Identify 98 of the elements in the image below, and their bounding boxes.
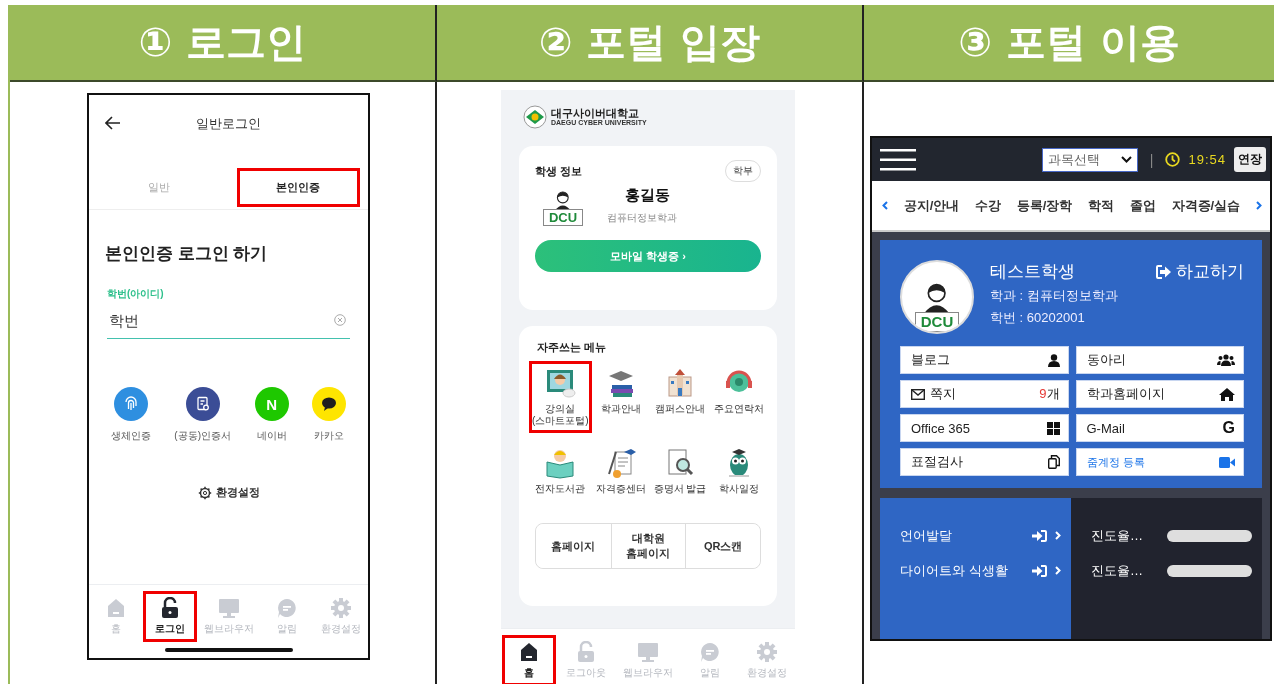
course-link[interactable]: 다이어트와 식생활 [880,553,1071,588]
section-heading: 본인인증 로그인 하기 [105,243,269,265]
certificate-icon [194,396,211,412]
department: 학과 : 컴퓨터정보학과 [990,287,1119,305]
category-tab[interactable]: 자격증/실습 [1171,196,1241,215]
avatar: DCU [900,260,974,334]
method-label: (공동)인증서 [174,429,232,443]
mail-icon [911,388,925,400]
monitor-icon [637,641,659,663]
student-name: 홍길동 [624,186,671,205]
shortcut-link[interactable]: 줌계정 등록 [1075,448,1244,476]
progress-label: 진도율… [1091,561,1143,580]
person-icon [1047,353,1060,367]
shortcut-link[interactable]: 학과홈페이지 [1075,380,1244,408]
lock-icon [159,597,181,619]
quick-link-button[interactable]: QR스캔 [685,524,760,568]
column-heading: ② 포털 입장 [538,18,761,67]
method-label: 카카오 [314,429,345,443]
link-label: 학과홈페이지 [1086,385,1165,403]
home-icon [105,597,127,619]
student-id-field[interactable]: 학번 [107,303,350,339]
home-icon [1219,387,1235,401]
column-heading: ③ 포털 이용 [958,18,1180,67]
enter-icon [1032,529,1047,542]
grid-icon [1046,421,1060,435]
chat-icon [276,597,298,619]
gear-icon [755,641,778,663]
shortcut-link[interactable]: 블로그 [900,346,1069,374]
link-label: Office 365 [911,420,971,436]
timer-text: 19:54 [1188,152,1226,167]
exit-icon [1156,264,1172,279]
extend-button[interactable]: 연장 [1234,147,1266,172]
gear-icon [197,485,212,500]
shortcut-link[interactable]: G-Mail G [1075,414,1244,442]
shortcut-link[interactable]: 표절검사 [900,448,1069,476]
chevron-down-icon [1120,156,1132,163]
field-label: 학번(아이디) [107,287,165,301]
method-label: 네이버 [256,429,287,443]
back-arrow-icon[interactable] [105,116,121,130]
chat-icon [698,641,721,663]
chevron-right-icon[interactable] [1255,201,1262,210]
menu-item[interactable]: 캠퍼스안내 [650,361,710,433]
category-tab[interactable]: 학적 [1088,196,1115,215]
menu-item[interactable]: 학사일정 [711,441,767,513]
menu-icon[interactable] [880,148,916,171]
copy-icon [1047,455,1060,469]
group-icon [1217,354,1235,366]
link-label: 표절검사 [911,453,963,471]
speech-bubble-icon [321,396,338,412]
department: 컴퓨터정보학과 [607,211,677,225]
nav-tab[interactable]: 홈 [502,635,557,684]
category-tab[interactable]: 등록/장학 [1016,196,1073,215]
category-tab[interactable]: 공지/안내 [903,196,960,215]
link-label: 동아리 [1086,351,1126,369]
login-method-button[interactable] [185,387,220,421]
link-label: G-Mail [1086,420,1125,436]
method-label: 생체인증 [110,429,151,443]
shortcut-link[interactable]: Office 365 [900,414,1069,442]
card-title: 학생 정보 [535,163,583,179]
separator: | [1149,151,1154,168]
leave-button[interactable]: 하교하기 [1156,260,1244,283]
menu-item[interactable]: 자격증센터 [593,441,650,513]
menu-item[interactable]: 주요연락처 [711,361,767,433]
clock-icon [1165,152,1181,167]
column-heading: ① 로그인 [138,18,307,67]
link-label: 쪽지 [930,385,956,403]
course-select[interactable]: 과목선택 [1041,147,1138,172]
progress-label: 진도율… [1091,526,1143,545]
shortcut-link[interactable]: 쪽지 9개 [900,380,1069,408]
nav-tab[interactable]: 로그인 [143,591,197,642]
fingerprint-icon [122,396,139,412]
course-link[interactable]: 언어발달 [880,518,1071,553]
category-tab[interactable]: 수강 [975,196,1002,215]
menu-item[interactable]: 강의실 (스마트포털) [529,361,592,433]
menu-item[interactable]: 전자도서관 [529,441,592,513]
chevron-left-icon[interactable] [882,201,888,210]
student-id: 학번 : 60202001 [990,309,1086,327]
g-logo: G [1222,419,1235,437]
enter-icon [1032,564,1047,577]
login-tab[interactable]: 본인인증 [236,168,360,207]
university-emblem-icon [523,105,547,129]
link-label: 블로그 [911,351,950,369]
student-name: 테스트학생 [990,261,1075,283]
shortcut-link[interactable]: 동아리 [1075,346,1244,374]
settings-link[interactable]: 환경설정 [197,485,260,500]
card-title: 자주쓰는 메뉴 [536,340,608,355]
university-name: 대구사이버대학교 [551,108,640,119]
monitor-icon [217,597,240,619]
menu-item[interactable]: 학과안내 [593,361,650,433]
category-tab[interactable]: 졸업 [1129,196,1156,215]
screen-title: 일반로그인 [196,115,261,133]
login-method-button[interactable] [312,387,347,421]
message-count: 9개 [1039,385,1060,403]
chevron-right-icon [1055,566,1061,575]
chevron-right-icon [1055,531,1061,540]
menu-item[interactable]: 증명서 발급 [650,441,710,513]
video-camera-icon [1219,456,1235,468]
link-label: 줌계정 등록 [1086,454,1145,470]
